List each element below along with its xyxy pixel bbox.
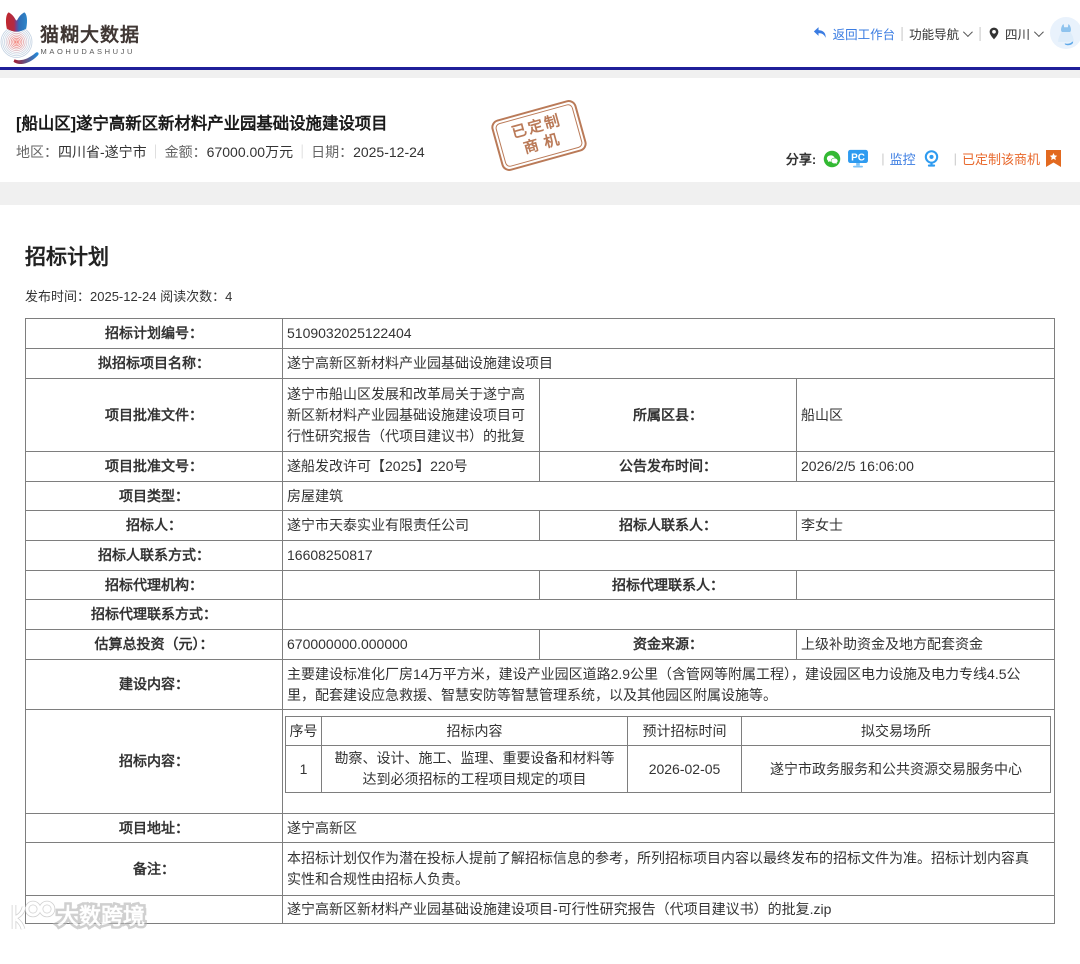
svg-text:猫糊大数据: 猫糊大数据 bbox=[40, 23, 140, 46]
svg-text:PC: PC bbox=[851, 152, 865, 163]
svg-text:大数跨境: 大数跨境 bbox=[57, 904, 145, 929]
svg-text:MAOHUDASHUJU: MAOHUDASHUJU bbox=[41, 47, 136, 56]
